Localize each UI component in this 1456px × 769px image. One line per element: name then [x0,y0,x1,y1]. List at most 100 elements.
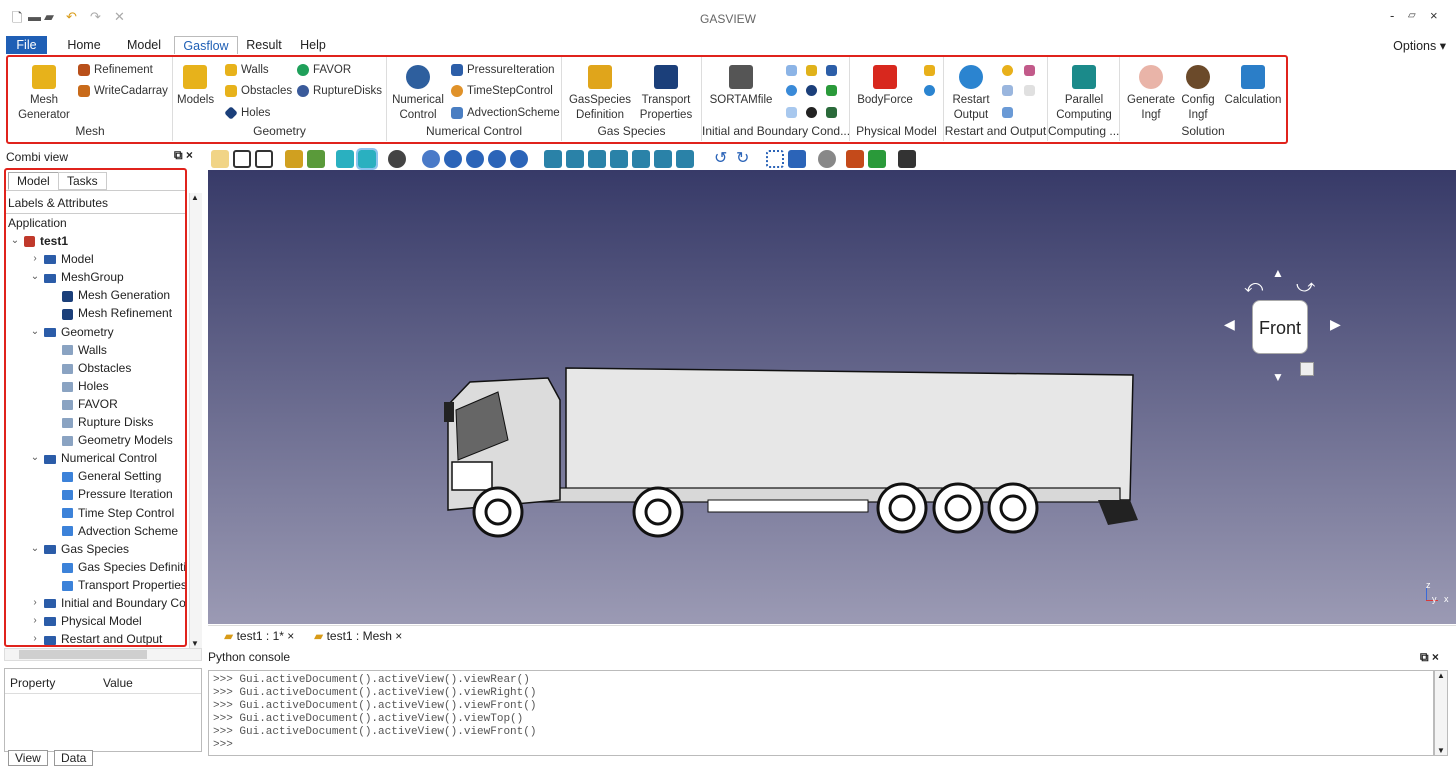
chart-icon[interactable] [1002,85,1013,96]
physics-icon[interactable] [924,85,935,96]
clip-icon[interactable] [868,150,886,168]
refinement-button[interactable]: Refinement [78,64,153,76]
tree-item[interactable]: ⌄ Numerical Control [30,449,157,467]
boundary-icon[interactable] [826,85,837,96]
rupturedisks-button[interactable]: RuptureDisks [297,85,382,97]
bodyforce-button[interactable]: BodyForce [854,65,916,108]
zoom-out-icon[interactable] [488,150,506,168]
boundary-icon[interactable] [826,107,837,118]
scroll-up-icon[interactable]: ▲ [191,193,199,202]
doc-tab-test1[interactable]: ▰ test1 : 1* × [224,629,294,643]
tree-item[interactable]: Obstacles [62,359,131,377]
boundary-icon[interactable] [786,85,797,96]
view-right-icon[interactable] [610,150,628,168]
navcube-front[interactable]: Front [1252,300,1308,354]
draw-style-icon[interactable] [388,150,406,168]
rotate-left-icon[interactable]: ↺ [714,150,732,168]
window-icon[interactable] [255,150,273,168]
rotate-cw-icon[interactable]: ⤻ [1296,276,1315,297]
chevron-down-icon[interactable]: ⌄ [10,232,20,250]
navcube-menu-icon[interactable] [1300,362,1314,376]
view-left-icon[interactable] [676,150,694,168]
undo-icon[interactable]: ↶ [66,9,77,25]
output-icon[interactable] [1024,65,1035,76]
arrow-left-icon[interactable]: ◀ [1224,316,1235,333]
zoom-in-icon[interactable] [466,150,484,168]
generate-ingf-button[interactable]: Generate Ingf [1126,65,1176,123]
box-icon[interactable] [307,150,325,168]
cube-view-icon[interactable] [336,150,354,168]
tree-item[interactable]: › Restart and Output [30,630,162,645]
transport-properties-button[interactable]: Transport Properties [636,65,696,123]
tree-item[interactable]: › Initial and Boundary Cond [30,594,185,612]
tree-item[interactable]: ⌄ test1 [10,232,68,250]
menu-gasflow[interactable]: Gasflow [174,36,238,54]
tree-item[interactable]: Mesh Refinement [62,304,172,322]
scroll-up-icon[interactable]: ▲ [1437,671,1445,680]
minimize-button[interactable]: - [1390,8,1394,23]
tree-item[interactable]: Time Step Control [62,504,174,522]
scroll-down-icon[interactable]: ▼ [191,639,199,648]
python-console[interactable]: >>> Gui.activeDocument().activeView().vi… [208,670,1434,756]
chevron-down-icon[interactable]: ⌄ [30,268,40,286]
zoom-box-icon[interactable] [510,150,528,168]
restart-output-button[interactable]: Restart Output [948,65,994,123]
new-icon[interactable]: 🗋 [12,9,22,31]
advectionscheme-button[interactable]: AdvectionScheme [451,107,560,119]
tree-item[interactable]: › Model [30,250,93,268]
close-button[interactable]: × [1430,8,1438,23]
mesh-generator-button[interactable]: Mesh Generator [14,65,74,123]
view-iso-icon[interactable] [544,150,562,168]
view-rear-icon[interactable] [632,150,650,168]
rotate-ccw-icon[interactable]: ⤺ [1244,276,1263,297]
redo-icon[interactable]: ↷ [90,9,101,25]
open-icon[interactable]: ▬ [28,9,41,24]
holes-button[interactable]: Holes [224,106,270,120]
tree-item[interactable]: Walls [62,341,107,359]
calculation-button[interactable]: Calculation [1222,65,1284,108]
menu-result[interactable]: Result [244,36,284,54]
tree-item[interactable]: Mesh Generation [62,286,170,304]
tree-item[interactable]: Geometry Models [62,431,173,449]
tree-item[interactable]: Holes [62,377,109,395]
pointer-icon[interactable] [788,150,806,168]
menu-help[interactable]: Help [296,36,330,54]
close-icon[interactable]: × [287,629,294,643]
pressureiteration-button[interactable]: PressureIteration [451,64,555,76]
physics-icon[interactable] [924,65,935,76]
save-icon[interactable]: ▰ [44,9,54,25]
close-icon[interactable]: × [395,629,402,643]
tab-tasks[interactable]: Tasks [58,172,107,190]
tree-item[interactable]: › Physical Model [30,612,141,630]
scroll-thumb[interactable] [19,650,147,659]
gasspecies-definition-button[interactable]: GasSpecies Definition [568,65,632,123]
view-front-icon[interactable] [566,150,584,168]
boundary-icon[interactable] [826,65,837,76]
chevron-down-icon[interactable]: ⌄ [30,449,40,467]
cube-view-active-icon[interactable] [356,148,378,170]
tree-vertical-scrollbar[interactable]: ▲ ▼ [189,193,202,648]
console-scrollbar[interactable]: ▲ ▼ [1434,670,1448,756]
zoom-fit-icon[interactable] [422,150,440,168]
walls-button[interactable]: Walls [225,64,269,76]
tree-item[interactable]: Pressure Iteration [62,485,173,503]
boundary-icon[interactable] [786,107,797,118]
output-icon[interactable] [1024,85,1035,96]
document-icon[interactable] [211,150,229,168]
options-menu[interactable]: Options ▾ [1393,38,1446,53]
boundary-icon[interactable] [806,65,817,76]
zoom-icon[interactable] [444,150,462,168]
restore-button[interactable]: ▱ [1408,10,1416,21]
tab-view[interactable]: View [8,750,48,766]
float-icon[interactable]: ⧉ [1420,650,1429,664]
parallel-computing-button[interactable]: Parallel Computing [1050,65,1118,123]
tree-item[interactable]: Transport Properties [62,576,185,594]
close-icon[interactable]: × [186,148,193,162]
camera-icon[interactable] [898,150,916,168]
numerical-control-button[interactable]: Numerical Control [389,65,447,123]
3d-viewport[interactable]: Front ◀ ▶ ▲ ▼ ⤺ ⤻ z y x [208,170,1456,624]
tab-data[interactable]: Data [54,750,94,766]
axis-icon[interactable] [285,150,303,168]
tree-item[interactable]: ⌄ Gas Species [30,540,129,558]
tools-icon[interactable]: ✕ [114,9,125,25]
